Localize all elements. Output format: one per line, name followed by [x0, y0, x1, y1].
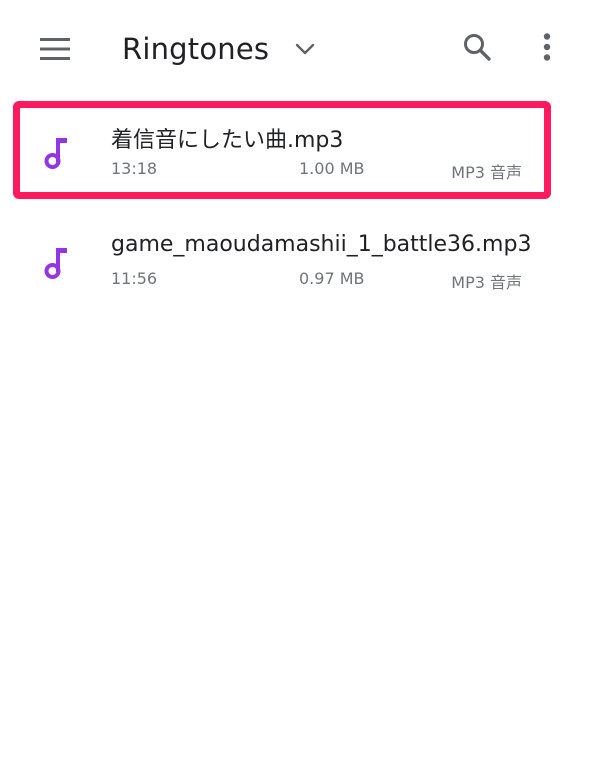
file-row[interactable]: game_maoudamashii_1_battle36.mp3 11:56 0… — [0, 210, 600, 320]
hamburger-menu-icon — [40, 38, 70, 60]
top-app-bar: Ringtones — [0, 0, 600, 96]
file-list: 着信音にしたい曲.mp3 13:18 1.00 MB MP3 音声 game_m… — [0, 100, 600, 320]
page-title: Ringtones — [122, 32, 270, 66]
more-vert-icon — [543, 33, 551, 61]
music-note-icon — [42, 246, 70, 280]
music-note-icon — [42, 136, 70, 170]
file-size: 0.97 MB — [299, 269, 365, 288]
file-name: 着信音にしたい曲.mp3 — [111, 128, 344, 153]
more-options-button[interactable] — [524, 22, 570, 72]
chevron-down-icon — [293, 37, 317, 61]
file-type: MP3 音声 — [451, 163, 522, 182]
files-app: Ringtones 着信音にしたい曲.mp3 13:18 1.00 MB MP3… — [0, 0, 600, 775]
file-row[interactable]: 着信音にしたい曲.mp3 13:18 1.00 MB MP3 音声 — [0, 100, 600, 210]
search-button[interactable] — [452, 22, 502, 72]
file-modified-time: 11:56 — [111, 269, 158, 288]
menu-button[interactable] — [30, 24, 80, 74]
file-type: MP3 音声 — [451, 273, 522, 292]
file-size: 1.00 MB — [299, 159, 365, 178]
search-icon — [464, 34, 491, 61]
file-name: game_maoudamashii_1_battle36.mp3 — [111, 232, 532, 257]
folder-title-dropdown[interactable]: Ringtones — [122, 26, 317, 72]
file-modified-time: 13:18 — [111, 159, 158, 178]
